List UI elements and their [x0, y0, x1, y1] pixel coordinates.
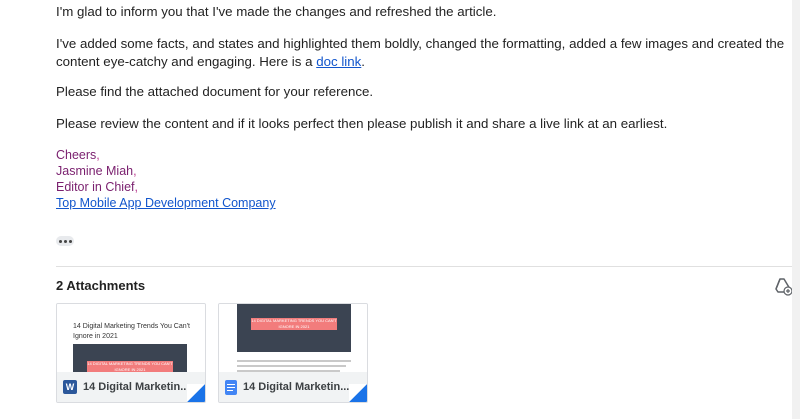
- attachment-thumbnail: 14 Digital Marketing Trends You Can't Ig…: [57, 304, 205, 382]
- thumb-document-title: 14 Digital Marketing Trends You Can't Ig…: [73, 323, 190, 340]
- corner-fold-shadow: [187, 384, 205, 402]
- body-paragraph-4: Please review the content and if it look…: [56, 116, 668, 131]
- attachment-card-gdoc[interactable]: 14 DIGITAL MARKETING TRENDS YOU CAN'T IG…: [218, 303, 368, 403]
- attachment-footer: W 14 Digital Marketin...: [57, 372, 205, 402]
- attachment-card-word[interactable]: 14 Digital Marketing Trends You Can't Ig…: [56, 303, 206, 403]
- signature-cheers: Cheers,: [56, 147, 100, 163]
- signature-comma: ,: [96, 148, 100, 162]
- signature-title: Editor in Chief,: [56, 179, 138, 195]
- scrollbar[interactable]: [792, 0, 800, 419]
- dot-icon: [68, 239, 72, 243]
- google-docs-icon: [225, 379, 237, 395]
- signature-name-text: Jasmine Miah: [56, 164, 134, 178]
- body-paragraph-2-text: I've added some facts, and states and hi…: [56, 36, 785, 69]
- dot-icon: [63, 239, 67, 243]
- attachment-filename: 14 Digital Marketin...: [83, 381, 190, 393]
- body-paragraph-2: I've added some facts, and states and hi…: [56, 35, 786, 71]
- doc-link[interactable]: doc link: [316, 54, 361, 69]
- body-paragraph-3: Please find the attached document for yo…: [56, 84, 374, 99]
- thumb-image: 14 DIGITAL MARKETING TRENDS YOU CAN'T IG…: [237, 304, 351, 352]
- body-paragraph-1: I'm glad to inform you that I've made th…: [56, 4, 497, 19]
- attachments-heading: 2 Attachments: [56, 278, 146, 293]
- signature-name: Jasmine Miah,: [56, 163, 137, 179]
- signature-comma: ,: [133, 164, 137, 178]
- signature-comma: ,: [134, 180, 138, 194]
- attachment-filename: 14 Digital Marketin...: [243, 381, 350, 393]
- attachments-divider: [56, 266, 792, 267]
- signature-company: Top Mobile App Development Company: [56, 195, 276, 211]
- drive-add-icon: [775, 278, 793, 296]
- show-trimmed-content-button[interactable]: [56, 236, 74, 246]
- attachment-thumbnail: 14 DIGITAL MARKETING TRENDS YOU CAN'T IG…: [219, 304, 367, 382]
- word-icon: W: [63, 380, 77, 394]
- thumb-banner: 14 DIGITAL MARKETING TRENDS YOU CAN'T IG…: [251, 318, 337, 330]
- attachment-footer: 14 Digital Marketin...: [219, 372, 367, 402]
- add-to-drive-button[interactable]: [773, 276, 793, 296]
- dot-icon: [58, 239, 62, 243]
- corner-fold-shadow: [349, 384, 367, 402]
- signature-title-text: Editor in Chief: [56, 180, 135, 194]
- company-link[interactable]: Top Mobile App Development Company: [56, 196, 276, 210]
- signature-cheers-text: Cheers: [56, 148, 97, 162]
- body-paragraph-2-end: .: [361, 54, 365, 69]
